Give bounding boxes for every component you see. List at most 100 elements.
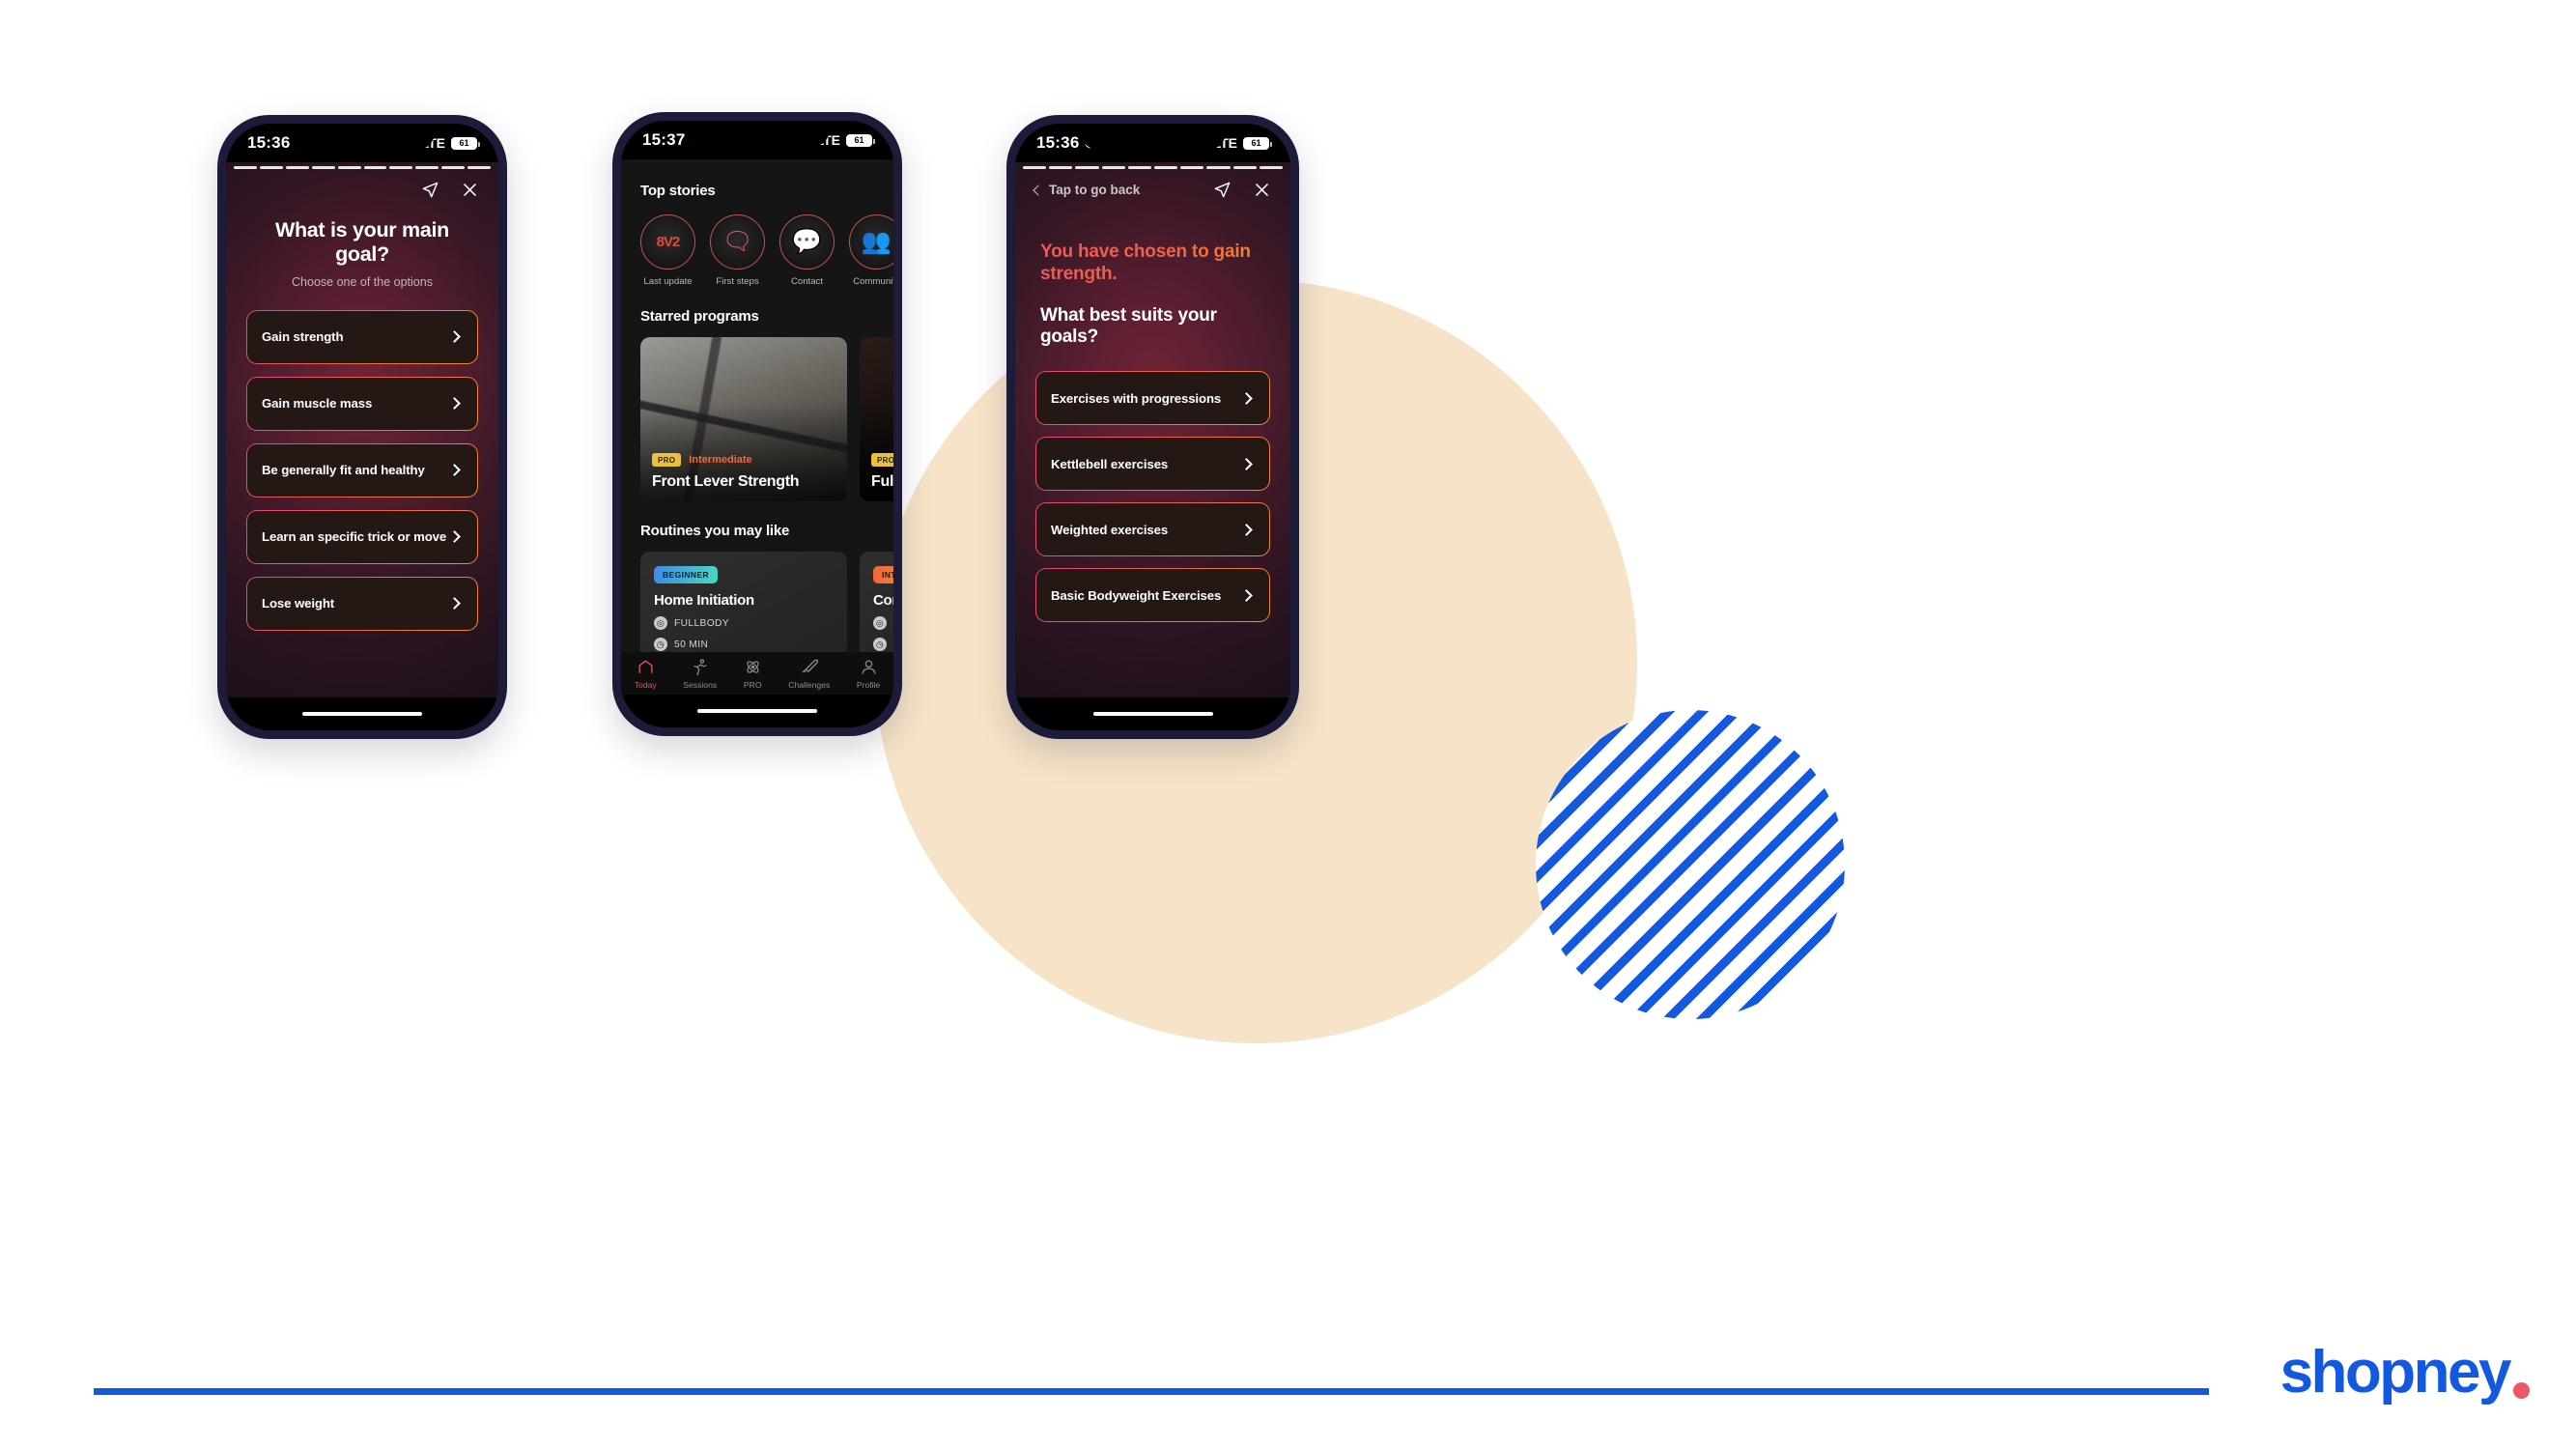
battery-value: 61 [459, 138, 469, 148]
page-title: What is your main goal? [274, 218, 450, 266]
close-icon[interactable] [461, 181, 479, 199]
option-gain-strength[interactable]: Gain strength [246, 310, 478, 364]
status-bar-2: 15:37 ☾ LTE 61 [621, 121, 893, 159]
send-icon[interactable] [1213, 181, 1231, 199]
story-item-contact[interactable]: 💬 Contact [779, 214, 835, 287]
chevron-right-icon [448, 464, 461, 477]
home-indicator[interactable] [1092, 711, 1213, 717]
goal-options-list: Gain strength Gain muscle mass Be genera… [226, 289, 498, 631]
shopney-logo-dot [2513, 1382, 2530, 1399]
chat-bubbles-icon: 🗨 [722, 228, 753, 255]
header-actions-1 [421, 181, 479, 199]
stories-row[interactable]: 8V2 Last update 🗨 First steps 💬 Contact … [621, 199, 893, 287]
level-tag: BEGINNER [654, 566, 719, 583]
tab-label: Challenges [788, 679, 831, 690]
routine-focus: ◎ FULLBODY [654, 616, 834, 630]
back-button[interactable]: Tap to go back [1033, 183, 1141, 197]
app-background: Top stories 8V2 Last update 🗨 First step… [621, 159, 893, 727]
sword-icon [800, 658, 819, 676]
chosen-goal-text: You have chosen to gain strength. [1040, 242, 1265, 286]
battery-icon: 61 [846, 133, 875, 147]
tab-challenges[interactable]: Challenges [788, 658, 830, 690]
program-title: Front Lever Strength [652, 473, 800, 490]
story-item-community[interactable]: 👥 Community [849, 214, 893, 287]
story-item-last-update[interactable]: 8V2 Last update [640, 214, 695, 287]
option-basic-bodyweight-exercises[interactable]: Basic Bodyweight Exercises [1035, 568, 1270, 622]
battery-value: 61 [854, 135, 864, 145]
battery-icon: 61 [451, 136, 480, 150]
level-tag: INTERM [873, 566, 893, 583]
tab-sessions[interactable]: Sessions [683, 658, 717, 690]
option-kettlebell-exercises[interactable]: Kettlebell exercises [1035, 437, 1270, 491]
program-card-fullbody[interactable]: PRO Full [860, 337, 893, 501]
chevron-right-icon [1240, 391, 1253, 405]
notch [1080, 124, 1226, 150]
shopney-logo: shopney [2280, 1338, 2530, 1407]
tab-profile[interactable]: Profile [857, 658, 880, 690]
story-label: Community [853, 276, 893, 287]
quiz-content-1: What is your main goal? Choose one of th… [226, 162, 498, 730]
phone-mockup-1: 15:36 ☾ LTE 61 [217, 115, 507, 739]
phone-mockup-3: 15:36 ☾ LTE 61 Tap to go back [1006, 115, 1299, 739]
running-icon [691, 658, 709, 676]
programs-row[interactable]: PRO Intermediate Front Lever Strength PR… [621, 325, 893, 501]
option-lose-weight[interactable]: Lose weight [246, 577, 478, 631]
tab-label: PRO [743, 679, 762, 690]
program-card-front-lever[interactable]: PRO Intermediate Front Lever Strength [640, 337, 847, 501]
option-label: Exercises with progressions [1051, 390, 1222, 406]
home-indicator-area-3 [1015, 697, 1290, 730]
tab-label: Today [634, 679, 657, 690]
phone-2-screen: 15:37 ☾ LTE 61 Top stories 8V2 [621, 121, 893, 727]
close-icon[interactable] [1253, 181, 1271, 199]
option-generally-fit[interactable]: Be generally fit and healthy [246, 443, 478, 498]
status-time-value: 15:37 [642, 130, 686, 149]
chevron-left-icon [1033, 184, 1044, 196]
bottom-tab-bar: Today Sessions PRO Challenges Profile [621, 652, 893, 695]
phone-mockup-2: 15:37 ☾ LTE 61 Top stories 8V2 [612, 112, 902, 736]
story-ring: 🗨 [710, 214, 765, 270]
story-progress-1[interactable] [226, 162, 498, 169]
program-meta: PRO Intermediate [652, 453, 752, 467]
option-weighted-exercises[interactable]: Weighted exercises [1035, 502, 1270, 556]
section-title-starred-programs: Starred programs [640, 308, 759, 325]
story-item-first-steps[interactable]: 🗨 First steps [710, 214, 765, 287]
option-label: Gain strength [262, 329, 344, 345]
tab-today[interactable]: Today [635, 658, 657, 690]
home-icon [637, 658, 655, 676]
tab-pro[interactable]: PRO [744, 658, 762, 690]
battery-value: 61 [1251, 138, 1261, 148]
back-label: Tap to go back [1049, 183, 1141, 197]
option-learn-trick[interactable]: Learn an specific trick or move [246, 510, 478, 564]
program-level: Intermediate [689, 454, 752, 466]
home-indicator[interactable] [302, 711, 422, 717]
app-scroll-area[interactable]: Top stories 8V2 Last update 🗨 First step… [621, 159, 893, 652]
routine-card-home-initiation[interactable]: BEGINNER Home Initiation ◎ FULLBODY ◷ 50… [640, 552, 847, 652]
speech-bubble-icon: 💬 [791, 228, 823, 255]
target-icon: ◎ [873, 616, 887, 630]
section-title-top-stories: Top stories [640, 183, 716, 199]
send-icon[interactable] [421, 181, 439, 199]
story-progress-3[interactable] [1015, 162, 1290, 169]
option-gain-muscle-mass[interactable]: Gain muscle mass [246, 377, 478, 431]
routine-card-core[interactable]: INTERM Core ◎ CO ◷ 20 [860, 552, 893, 652]
routine-focus: ◎ CO [873, 616, 893, 630]
chevron-right-icon [1240, 588, 1253, 602]
option-label: Basic Bodyweight Exercises [1051, 587, 1222, 603]
routines-row[interactable]: BEGINNER Home Initiation ◎ FULLBODY ◷ 50… [621, 539, 893, 652]
option-label: Gain muscle mass [262, 396, 373, 412]
story-label: Last update [643, 276, 693, 287]
status-bar-3: 15:36 ☾ LTE 61 [1015, 124, 1290, 162]
notch [685, 121, 830, 147]
option-exercises-with-progressions[interactable]: Exercises with progressions [1035, 371, 1270, 425]
chevron-right-icon [448, 397, 461, 411]
routine-duration-label: 50 MIN [674, 639, 709, 650]
option-label: Learn an specific trick or move [262, 529, 447, 545]
phone-3-screen: 15:36 ☾ LTE 61 Tap to go back [1015, 124, 1290, 730]
chevron-right-icon [448, 597, 461, 611]
screenshot-canvas: 15:36 ☾ LTE 61 [0, 0, 2576, 1450]
option-label: Lose weight [262, 596, 335, 611]
story-ring: 👥 [849, 214, 893, 270]
status-time-value: 15:36 [247, 133, 291, 152]
status-time-value: 15:36 [1036, 133, 1080, 152]
home-indicator[interactable] [697, 708, 817, 714]
